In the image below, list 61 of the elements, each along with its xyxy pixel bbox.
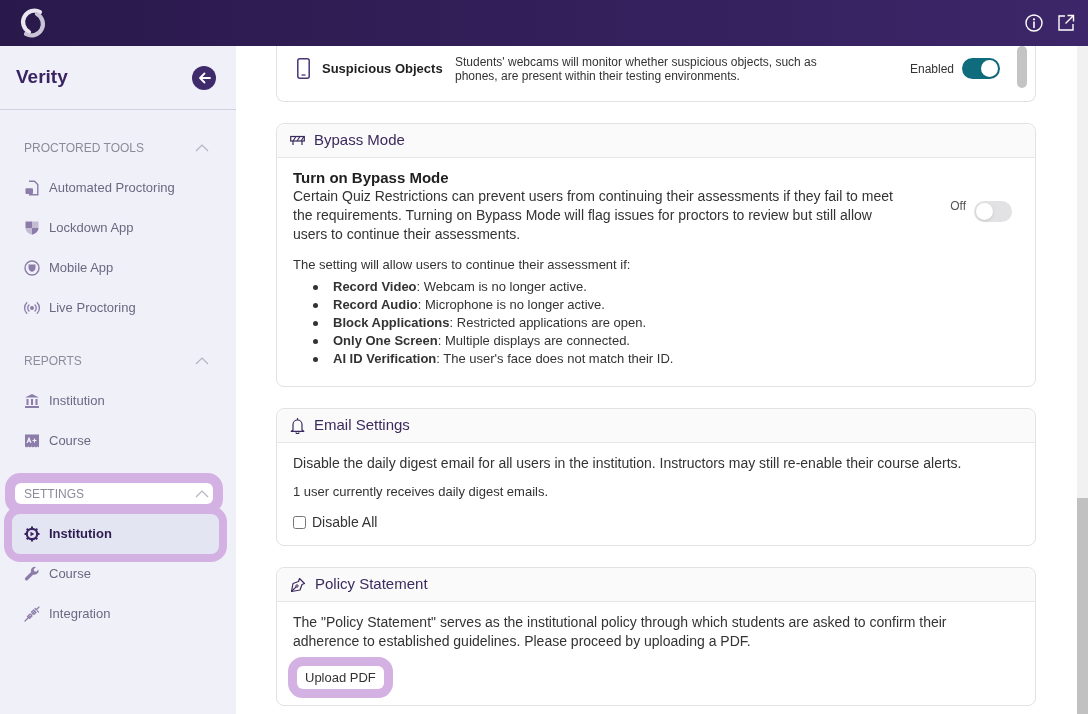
scrollbar-thumb[interactable]: [1077, 498, 1088, 714]
sidebar-item[interactable]: Integration: [12, 594, 219, 634]
list-item: Record Video: Webcam is no longer active.: [333, 278, 587, 297]
setting-title: Turn on Bypass Mode: [293, 168, 450, 187]
scrollbar-track[interactable]: [1077, 46, 1088, 714]
shield-icon: [24, 220, 40, 236]
bullet-icon: [313, 338, 318, 344]
toggle-label: Off: [950, 198, 966, 215]
round-shield-icon: [24, 260, 40, 276]
plug-icon: [24, 606, 40, 622]
phone-icon: [297, 58, 310, 79]
section-header[interactable]: REPORTS: [15, 350, 213, 371]
setting-description: Certain Quiz Restrictions can prevent users from continuing their assessments if they fail to meet the requirements. Turning on Bypass Mode will flag issues for proctors to review but still allow users to continue their assessments.: [293, 187, 894, 244]
sidebar-title: Verity: [16, 65, 68, 90]
external-link-icon[interactable]: [1057, 14, 1075, 32]
wrench-icon: [24, 566, 40, 582]
card-title: Policy Statement: [315, 574, 428, 595]
bullet-icon: [313, 302, 318, 308]
bank-icon: [24, 393, 40, 409]
chevron-up-icon: [195, 489, 209, 498]
document-icon: [24, 180, 40, 196]
chevron-up-icon: [195, 143, 209, 152]
arrow-left-icon: [197, 71, 211, 84]
section-header[interactable]: PROCTORED TOOLS: [15, 137, 213, 158]
card-description: Disable the daily digest email for all users in the institution. Instructors may still re-enable their course alerts.: [293, 454, 963, 473]
checkbox[interactable]: [293, 515, 306, 529]
list-item: Block Applications: Restricted applications are open.: [333, 314, 647, 333]
checkbox-label[interactable]: Disable All: [312, 511, 378, 533]
sidebar-item[interactable]: Institution: [12, 381, 219, 421]
toggle-switch[interactable]: [962, 58, 1000, 79]
digest-count: 1 user currently receives daily digest emails.: [293, 483, 550, 501]
setting-name: Suspicious Objects: [322, 59, 444, 78]
gear-icon: [24, 526, 40, 542]
bullet-icon: [313, 356, 318, 362]
card-title: Email Settings: [314, 415, 410, 436]
toggle-label: Enabled: [909, 60, 954, 78]
list-item: Only One Screen: Multiple displays are connected.: [333, 332, 630, 351]
scrollbar-thumb[interactable]: [1017, 46, 1027, 88]
info-icon[interactable]: [1025, 14, 1043, 32]
chevron-up-icon: [195, 356, 209, 365]
toggle-switch[interactable]: [974, 200, 1012, 222]
setting-description: Students' webcams will monitor whether suspicious objects, such as phones, are present within their testing environments.: [455, 54, 818, 83]
sidebar-item[interactable]: Course: [12, 554, 219, 594]
list-intro: The setting will allow users to continue their assessment if:: [293, 256, 632, 274]
broadcast-icon: [24, 300, 40, 316]
bullet-icon: [313, 320, 318, 326]
card-description: The "Policy Statement" serves as the institutional policy through which students are asked to confirm their adherence to established guidelines. Please proceed by uploading a PDF.: [293, 613, 948, 651]
list-item: Record Audio: Microphone is no longer active.: [333, 296, 605, 315]
sidebar-item[interactable]: Course: [12, 421, 219, 461]
sidebar-item[interactable]: Mobile App: [12, 248, 219, 288]
sidebar-item[interactable]: Lockdown App: [12, 208, 219, 248]
card-title: Bypass Mode: [314, 130, 405, 151]
grade-card-icon: [24, 433, 40, 449]
pen-icon: [290, 576, 306, 593]
barrier-icon: [290, 135, 305, 146]
bell-icon: [290, 417, 305, 434]
back-button[interactable]: [192, 65, 216, 90]
bullet-icon: [313, 284, 318, 290]
sidebar-item[interactable]: Automated Proctoring: [12, 168, 219, 208]
sidebar-item[interactable]: Live Proctoring: [12, 288, 219, 328]
list-item: AI ID Verification: The user's face does not match their ID.: [333, 350, 674, 369]
